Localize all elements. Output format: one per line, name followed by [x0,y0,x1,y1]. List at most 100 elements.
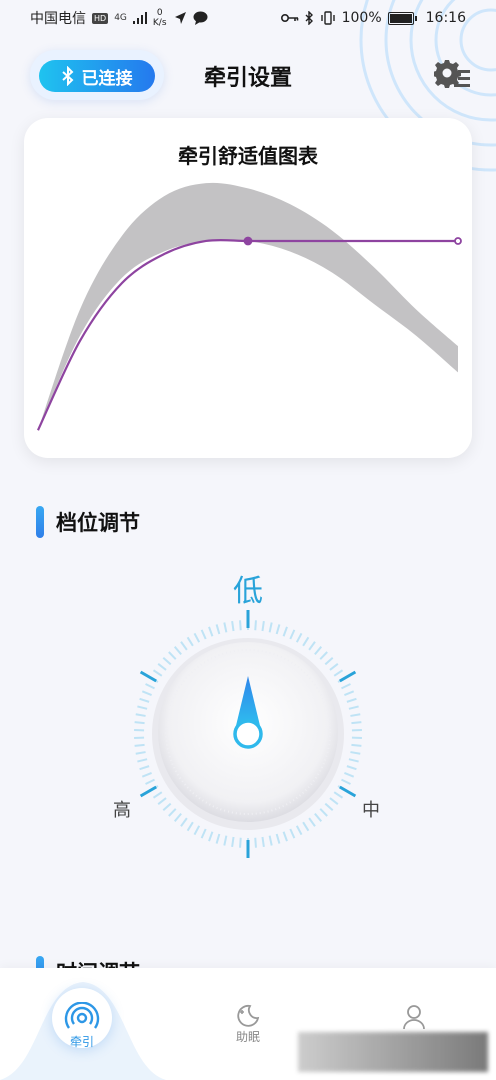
signal-icon [132,12,147,24]
dial-fine-tick [215,624,221,635]
battery-percent: 100% [341,10,382,26]
dial-fine-tick [223,835,228,846]
user-icon [403,1005,425,1030]
dial-fine-tick [173,646,182,655]
dial-fine-tick [152,791,163,799]
dial-fine-tick [180,817,188,827]
dial-fine-tick [145,778,155,785]
net-speed: 0 K/s [152,8,167,28]
location-arrow-icon [174,12,186,24]
dial-fine-tick [141,690,152,696]
dial-fine-tick [341,683,351,690]
dial-major-tick [339,785,357,798]
dial-fine-tick [141,772,152,778]
dial-fine-tick [157,797,167,805]
dial-fine-tick [275,833,281,844]
sleep-icon [237,1004,260,1027]
dial-needle-hub [233,719,263,749]
header: 已连接 牵引设置 [0,48,496,104]
dial-fine-tick [282,626,288,637]
dial-fine-tick [231,620,235,632]
dial-fine-tick [351,721,362,725]
dial-fine-tick [289,828,296,839]
gear-low-label[interactable]: 低 [0,566,496,610]
dial-fine-tick [275,624,281,635]
nav-item-profile[interactable] [384,1004,444,1030]
bluetooth-status-icon [305,11,313,25]
traction-icon [64,1002,100,1029]
nav-item-sleep[interactable]: 助眠 [218,1004,278,1045]
dial-fine-tick [289,629,296,640]
dial-fine-tick [348,705,359,710]
gear-mid-label[interactable]: 中 [362,796,380,822]
gear-high-label[interactable]: 高 [113,796,131,822]
key-icon [280,14,298,22]
dial-fine-tick [346,697,357,703]
dial-fine-tick [168,808,177,817]
dial-fine-tick [157,663,167,671]
dial-fine-tick [200,828,207,839]
dial-fine-tick [135,751,146,755]
vibrate-icon [320,11,335,25]
dial-fine-tick [329,797,339,805]
dial-fine-tick [268,835,273,846]
dial-fine-tick [162,802,172,812]
dial-fine-tick [348,758,359,763]
dial-fine-tick [254,837,257,848]
gear-section-header: 档位调节 [36,506,140,538]
dial-fine-tick [193,632,201,643]
dial-fine-tick [145,683,155,690]
section-accent-bar [36,506,44,538]
page-title: 牵引设置 [203,66,292,91]
nav-label-sleep: 助眠 [235,1030,260,1044]
dial-fine-tick [208,626,214,637]
comfort-chart [37,182,462,431]
dial-fine-tick [295,632,303,643]
carrier-name: 中国电信 [30,11,86,27]
dial-major-tick [139,785,157,798]
dial-fine-tick [239,837,242,848]
dial-fine-tick [261,836,265,848]
dial-fine-tick [350,751,361,755]
settings-icon[interactable] [434,58,470,90]
dial-fine-tick [208,831,214,842]
battery-icon [387,11,417,25]
dial-fine-tick [329,663,339,671]
dial-major-tick [139,670,157,683]
blurred-overlay [298,1032,488,1072]
hd-badge: HD [92,12,109,24]
dial-fine-tick [350,713,361,717]
nav-label-traction: 牵引 [69,1035,94,1049]
dial-fine-tick [324,656,334,666]
comfort-point-marker [454,237,462,245]
dial-fine-tick [168,651,177,660]
dial-fine-tick [295,825,303,836]
dial-fine-tick [173,813,182,822]
dial-fine-tick [134,721,145,725]
nav-item-traction[interactable]: 牵引 [52,1002,112,1050]
network-type: 4G [114,12,127,23]
dial-fine-tick [344,690,355,696]
dial-fine-tick [231,836,235,848]
clock: 16:16 [425,10,466,26]
dial-fine-tick [344,772,355,778]
dial-fine-tick [200,629,207,640]
status-bar: 中国电信 HD 4G 0 K/s 100% 16:16 [0,0,496,36]
message-icon [193,11,208,25]
dial-fine-tick [261,620,265,632]
dial-fine-tick [282,831,288,842]
dial-fine-tick [139,697,150,703]
dial-fine-tick [193,825,201,836]
dial-fine-tick [268,622,273,633]
dial-fine-tick [134,743,145,747]
dial-fine-tick [319,808,328,817]
dial-fine-tick [186,821,194,832]
dial-fine-tick [162,656,172,666]
dial-fine-tick [319,651,328,660]
dial-fine-tick [351,743,362,747]
dial-fine-tick [239,620,242,631]
dial-fine-tick [302,821,310,832]
dial-fine-tick [333,669,344,677]
dial-fine-tick [302,636,310,647]
dial-fine-tick [324,802,334,812]
